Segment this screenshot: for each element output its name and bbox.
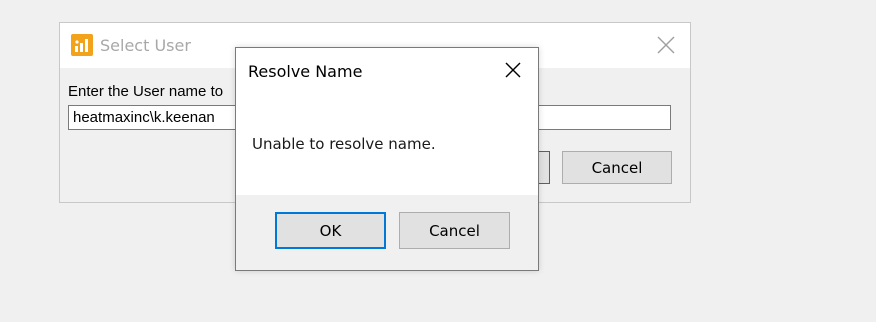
close-icon[interactable]	[656, 35, 676, 55]
dialog-body: Unable to resolve name.	[236, 92, 538, 195]
resolve-name-dialog: Resolve Name Unable to resolve name. OK …	[235, 47, 539, 271]
bar-chart-icon	[71, 34, 93, 56]
close-icon[interactable]	[503, 60, 523, 80]
ok-button[interactable]: OK	[275, 212, 386, 249]
error-message: Unable to resolve name.	[252, 135, 436, 153]
window-title: Select User	[100, 36, 191, 55]
cancel-button[interactable]: Cancel	[399, 212, 510, 249]
dialog-title: Resolve Name	[248, 62, 363, 81]
cancel-button[interactable]: Cancel	[562, 151, 672, 184]
resolve-name-titlebar[interactable]: Resolve Name	[236, 48, 538, 92]
user-name-label: Enter the User name to	[68, 83, 224, 100]
